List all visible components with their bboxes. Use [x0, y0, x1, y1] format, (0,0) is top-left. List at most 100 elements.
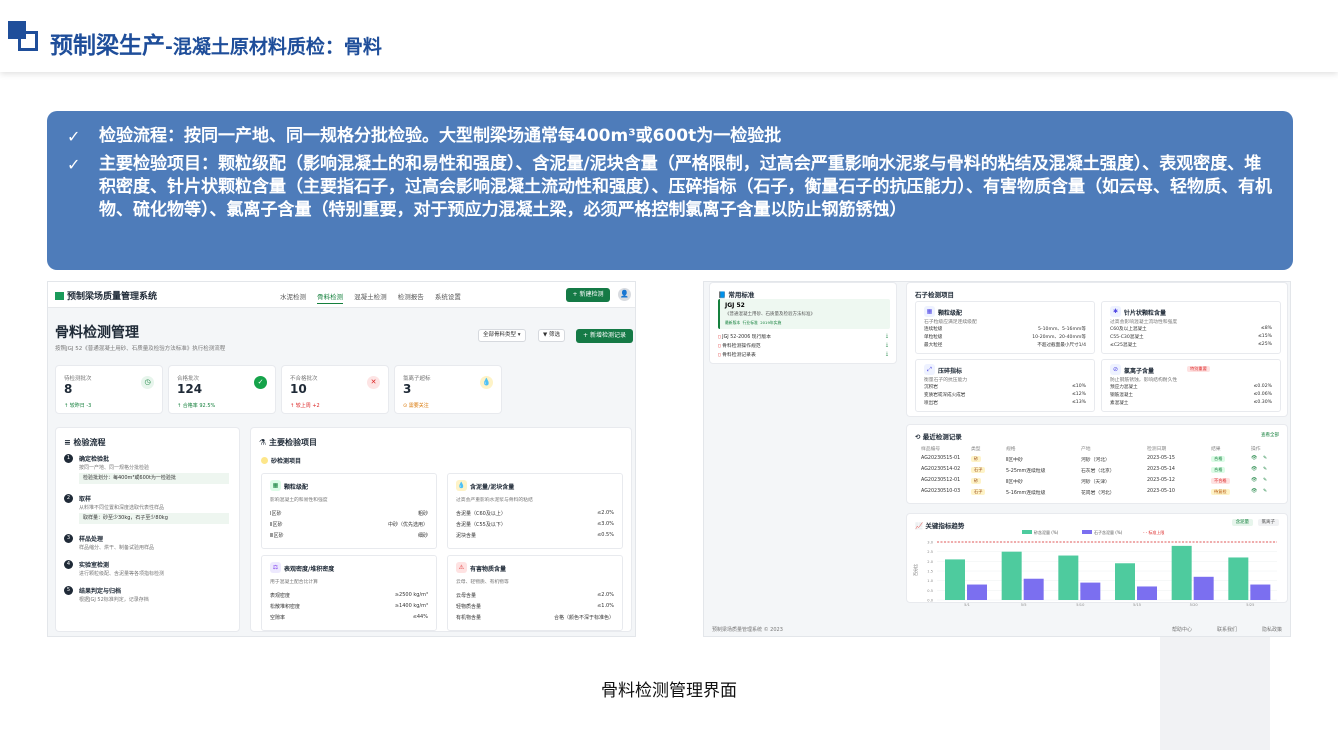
step-title: 样品处理 [79, 536, 104, 543]
table-cell: AG20230514-02 [921, 467, 961, 472]
y-tick-label: 1.0 [927, 579, 933, 583]
tab-chloride[interactable]: 氯离子 [1257, 519, 1279, 526]
legend-label: 石子含泥量 (%) [1094, 529, 1123, 535]
sand-tag: 砂检测项目 [261, 456, 301, 465]
standard-main[interactable]: JGJ 52 《普通混凝土用砂、石质量及检验方法标准》 最新版本 行业标准 20… [718, 299, 890, 329]
filter-button[interactable]: ▼ 筛选 [538, 329, 565, 342]
y-tick-label: 0.5 [927, 589, 933, 593]
item-title: 含泥量/泥块含量 [470, 484, 515, 491]
x-tick-label: 5/20 [1190, 603, 1199, 606]
x-tick-label: 5/15 [1133, 603, 1141, 606]
standard-link[interactable]: ▯ 骨料检测记录表 ⤓ [718, 351, 888, 358]
row-label: Ⅲ区砂 [270, 533, 284, 539]
nav-concrete[interactable]: 混凝土检测 [354, 293, 387, 301]
stat-icon: 💧 [480, 376, 493, 389]
row-value: ≤0.5% [597, 532, 614, 538]
edit-icon[interactable]: ✎ [1263, 489, 1267, 494]
bar-stone [1250, 584, 1271, 600]
page-title: 骨料检测管理 [55, 325, 139, 341]
nav-settings[interactable]: 系统设置 [435, 293, 461, 301]
stat-note: ↑ 合格率 92.5% [177, 403, 216, 409]
item-desc: 云母、轻物质、有机物等 [456, 580, 509, 585]
item-row: C60及以上混凝土 ≤8% [1110, 326, 1272, 332]
item-row: 表观密度 ≥2500 kg/m³ [270, 592, 428, 599]
bar-sand [1058, 555, 1079, 600]
item-title: 针片状颗粒含量 [1124, 310, 1167, 317]
item-desc: 石子粒级应满足连续级配 [924, 320, 977, 325]
table-cell: AG20230515-01 [921, 456, 961, 461]
stat-card: 合格批次 124 ↑ 合格率 92.5% ✓ [168, 365, 276, 414]
view-icon[interactable]: 👁 [1251, 478, 1257, 483]
step-number: 2 [64, 494, 73, 503]
row-value: ≤0.02% [1253, 384, 1272, 389]
stat-note: ↑ 较昨日 -3 [64, 403, 92, 409]
bullet-box: ✓ 检验流程：按同一产地、同一规格分批检验。大型制梁场通常每400m³或600t为… [47, 111, 1293, 270]
items-card: ⚗ 主要检验项目 砂检测项目 ▦ 颗粒级配 影响混凝土的和易性和强度 Ⅰ区砂 粗砂 Ⅱ区砂… [250, 427, 632, 632]
step-desc: 样品缩分、烘干、制备试验用样品 [79, 545, 155, 551]
row-label: 最大粒径 [924, 343, 943, 348]
avatar[interactable]: 👤 [618, 288, 631, 301]
nav-report[interactable]: 检测报告 [398, 293, 424, 301]
footer-privacy[interactable]: 隐私政策 [1262, 626, 1282, 633]
view-all-link[interactable]: 查看全部 [1261, 432, 1279, 438]
row-value: ≤12% [1071, 392, 1086, 397]
row-value: 不超过截面最小尺寸1/4 [1037, 343, 1086, 348]
standard-link[interactable]: ▯ JGJ 52-2006 现行版本 ⤓ [718, 333, 888, 340]
table-cell: 河砂（天津） [1081, 480, 1110, 485]
row-label: C60及以上混凝土 [1110, 327, 1147, 332]
table-cell: 2023-05-14 [1147, 467, 1175, 472]
item-row: 预应力混凝土 ≤0.02% [1110, 384, 1272, 390]
stone-item-card: ▦ 颗粒级配 石子粒级应满足连续级配 连续粒级 5-10mm、5-16mm等 单粒粒级 10… [915, 301, 1095, 354]
tab-silt[interactable]: 含泥量 [1231, 519, 1254, 526]
stat-label: 氯离子超标 [403, 376, 431, 382]
row-value: ≥2500 kg/m³ [394, 592, 428, 598]
edit-icon[interactable]: ✎ [1263, 478, 1267, 483]
item-row: 最大粒径 不超过截面最小尺寸1/4 [924, 342, 1086, 348]
view-icon[interactable]: 👁 [1251, 467, 1257, 472]
row-value: ≤0.06% [1253, 392, 1272, 397]
item-row: 含泥量（C60及以上） ≤2.0% [456, 510, 614, 517]
standard-link[interactable]: ▯ 骨料检测操作规范 ⤓ [718, 342, 888, 349]
table-cell: 砂 [971, 456, 982, 462]
edit-icon[interactable]: ✎ [1263, 456, 1267, 461]
item-title: 有害物质含量 [470, 566, 507, 573]
check-icon: ✓ [67, 127, 81, 146]
step-desc: 从料堆不同位置和深度选取代表性样品 [79, 505, 165, 511]
item-row: 泥块含量 ≤0.5% [456, 532, 614, 539]
stat-card: 氯离子超标 3 ⊙ 需要关注 💧 [394, 365, 502, 414]
column-header: 产地 [1081, 447, 1091, 452]
view-icon[interactable]: 👁 [1251, 456, 1257, 461]
nav-aggregate[interactable]: 骨料检测 [317, 293, 344, 304]
table-cell: 砂 [971, 478, 982, 484]
bar-sand [1001, 551, 1022, 600]
view-icon[interactable]: 👁 [1251, 489, 1257, 494]
table-cell: 花岗岩（河北） [1081, 491, 1115, 496]
download-icon[interactable]: ⤓ [886, 351, 888, 357]
new-test-button[interactable]: + 新建检测 [566, 288, 610, 302]
row-value: ≤10% [1071, 384, 1086, 389]
footer-help[interactable]: 帮助中心 [1172, 626, 1192, 633]
bar-sand [1115, 563, 1135, 600]
footer-contact[interactable]: 联系我们 [1217, 626, 1237, 633]
tag: 2019年实施 [760, 320, 782, 325]
download-icon[interactable]: ⤓ [886, 342, 888, 348]
app-brand[interactable]: 预制梁场质量管理系统 [55, 289, 157, 302]
table-cell: Ⅱ区中砂 [1006, 458, 1023, 463]
aggregate-type-select[interactable]: 全部骨料类型 ▾ [478, 329, 526, 342]
item-title: 表观密度/堆积密度 [284, 566, 335, 573]
row-label: 沉积岩 [924, 385, 938, 390]
row-label: 松散堆积密度 [270, 604, 301, 610]
item-icon: ✱ [1110, 306, 1121, 317]
item-title: 压碎指标 [938, 368, 963, 375]
check-icon: ✓ [67, 155, 81, 174]
download-icon[interactable]: ⤓ [886, 333, 888, 339]
item-desc: 影响混凝土的和易性和强度 [270, 498, 328, 503]
edit-icon[interactable]: ✎ [1263, 467, 1267, 472]
item-icon: ▦ [270, 480, 281, 491]
new-record-button[interactable]: + 新增检测记录 [576, 329, 633, 343]
recent-title: ⟲ 最近检测记录 [915, 433, 962, 441]
stone-item-card: ✱ 针片状颗粒含量 过高会影响混凝土流动性和强度 C60及以上混凝土 ≤8% C55-C3… [1101, 301, 1281, 354]
nav-cement[interactable]: 水泥检测 [280, 293, 306, 301]
item-row: 单粒粒级 10-20mm、20-40mm等 [924, 334, 1086, 340]
table-cell: 2023-05-10 [1147, 489, 1175, 494]
